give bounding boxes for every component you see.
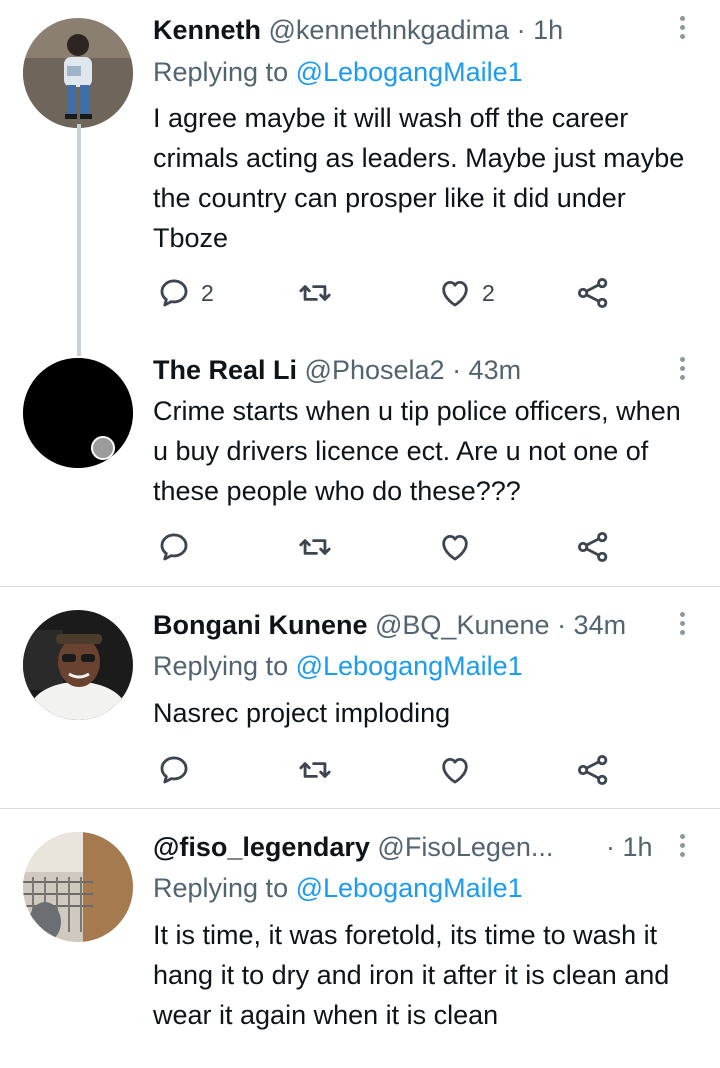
reply-icon [157, 530, 191, 564]
handle[interactable]: @FisoLegen... [377, 832, 553, 862]
share-button[interactable] [576, 276, 610, 310]
handle[interactable]: @Phosela2 [305, 355, 445, 385]
replying-to: Replying to @LebogangMaile1 [153, 873, 523, 903]
action-bar [0, 530, 720, 570]
like-button[interactable] [438, 530, 472, 564]
tweet-fiso-legendary[interactable]: @fiso_legendary @FisoLegen... · 1h Reply… [0, 809, 720, 1068]
retweet-button[interactable] [298, 530, 332, 564]
mention-link[interactable]: @LebogangMaile1 [296, 651, 523, 681]
reply-button[interactable] [157, 530, 191, 564]
heart-icon [438, 276, 472, 310]
like-button[interactable] [438, 753, 472, 787]
more-vertical-icon[interactable] [678, 834, 686, 861]
tweet-text: Nasrec project imploding [153, 698, 451, 728]
share-icon [576, 276, 610, 310]
avatar[interactable] [23, 358, 133, 468]
retweet-button[interactable] [298, 276, 332, 310]
tweet-text: I agree maybe it will wash off the caree… [153, 103, 685, 253]
reply-button[interactable] [157, 753, 191, 787]
replying-to: Replying to @LebogangMaile1 [153, 651, 523, 681]
tweet-header: Bongani Kunene @BQ_Kunene · 34m [153, 609, 668, 641]
timestamp[interactable]: · 1h [517, 15, 564, 45]
more-vertical-icon[interactable] [678, 357, 686, 384]
tweet-text: It is time, it was foretold, its time to… [153, 920, 670, 1030]
avatar[interactable] [23, 610, 133, 720]
heart-icon [438, 530, 472, 564]
tweet-header: @fiso_legendary @FisoLegen... [153, 831, 668, 863]
reply-count: 2 [201, 279, 214, 306]
tweet-the-real-li[interactable]: The Real Li @Phosela2 · 43m Crime starts… [0, 346, 720, 586]
retweet-icon [298, 530, 332, 564]
share-icon [576, 753, 610, 787]
reply-icon [157, 753, 191, 787]
display-name[interactable]: Kenneth [153, 15, 261, 45]
display-name[interactable]: The Real Li [153, 355, 297, 385]
thread-line [77, 124, 81, 356]
more-vertical-icon[interactable] [678, 16, 686, 43]
timestamp[interactable]: · 34m [557, 610, 626, 640]
retweet-icon [298, 276, 332, 310]
tweet-header: The Real Li @Phosela2 · 43m [153, 354, 668, 386]
mention-link[interactable]: @LebogangMaile1 [296, 57, 523, 87]
avatar[interactable] [23, 832, 133, 942]
share-button[interactable] [576, 753, 610, 787]
retweet-button[interactable] [298, 753, 332, 787]
tweet-header: Kenneth @kennethnkgadima · 1h [153, 14, 668, 46]
tweet-kenneth[interactable]: Kenneth @kennethnkgadima · 1h Replying t… [0, 0, 720, 346]
retweet-icon [298, 753, 332, 787]
action-bar [0, 753, 720, 793]
timestamp[interactable]: · 1h [606, 831, 653, 863]
like-count: 2 [482, 279, 495, 306]
more-vertical-icon[interactable] [678, 612, 686, 639]
timestamp[interactable]: · 43m [452, 355, 521, 385]
reply-button[interactable]: 2 [157, 276, 214, 310]
display-name[interactable]: Bongani Kunene [153, 610, 368, 640]
display-name[interactable]: @fiso_legendary [153, 832, 370, 862]
share-button[interactable] [576, 530, 610, 564]
reply-icon [157, 276, 191, 310]
heart-icon [438, 753, 472, 787]
share-icon [576, 530, 610, 564]
tweet-bongani-kunene[interactable]: Bongani Kunene @BQ_Kunene · 34m Replying… [0, 587, 720, 808]
mention-link[interactable]: @LebogangMaile1 [296, 873, 523, 903]
handle[interactable]: @BQ_Kunene [375, 610, 550, 640]
action-bar: 2 2 [0, 276, 720, 316]
like-button[interactable]: 2 [438, 276, 495, 310]
avatar[interactable] [23, 18, 133, 128]
handle[interactable]: @kennethnkgadima [269, 15, 510, 45]
replying-to: Replying to @LebogangMaile1 [153, 57, 523, 87]
tweet-text: Crime starts when u tip police officers,… [153, 396, 681, 506]
